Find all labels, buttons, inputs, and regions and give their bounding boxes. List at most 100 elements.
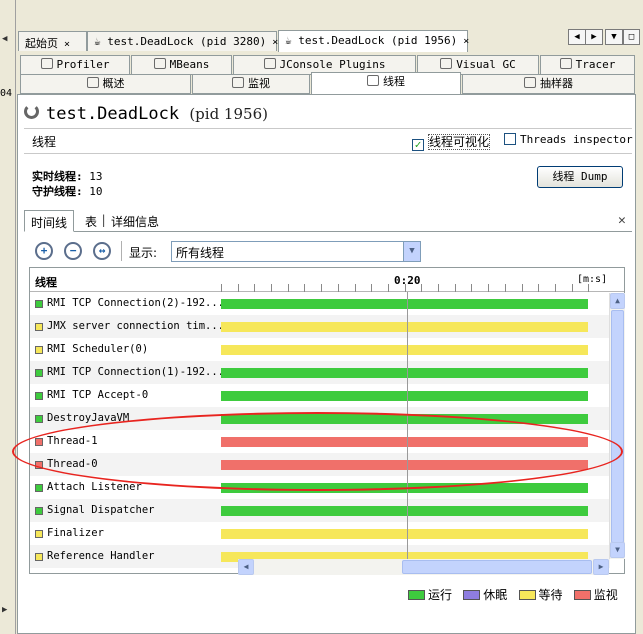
tab-label: Tracer — [575, 58, 616, 71]
scroll-down-icon[interactable]: ▼ — [610, 542, 625, 558]
chevron-down-icon[interactable]: ▼ — [403, 242, 420, 261]
info-icon — [86, 77, 99, 88]
thread-row[interactable]: RMI TCP Accept-0 — [30, 384, 610, 407]
scroll-up-icon[interactable]: ▲ — [610, 293, 625, 309]
live-threads-value: 13 — [89, 170, 103, 183]
close-icon[interactable]: × — [463, 36, 469, 47]
thread-row[interactable]: JMX server connection tim... — [30, 315, 610, 338]
zoom-in-icon[interactable]: + — [35, 242, 53, 260]
ruler-tick — [471, 284, 472, 292]
thread-state-swatch — [35, 553, 43, 561]
timeline-header: 线程 0:20 [m:s] — [30, 268, 624, 292]
thread-row[interactable]: Signal Dispatcher — [30, 499, 610, 522]
ruler-tick — [254, 284, 255, 292]
tab-sampler[interactable]: 抽样器 — [462, 74, 635, 94]
tab-details[interactable]: 详细信息 — [105, 210, 165, 232]
threads-inspector-checkbox[interactable]: Threads inspector — [504, 133, 633, 146]
thread-state-bar — [221, 345, 588, 355]
thread-state-bar — [221, 368, 588, 378]
legend-swatch-waiting — [518, 590, 536, 600]
left-scroll-arrow-icon[interactable]: ◀ — [2, 34, 7, 44]
thread-filter-select[interactable]: 所有线程 — [171, 241, 421, 262]
scroll-left-icon[interactable]: ◀ — [238, 559, 254, 575]
thread-state-swatch — [35, 323, 43, 331]
app-pid: (pid 1956) — [189, 105, 268, 123]
scroll-thumb[interactable] — [402, 560, 592, 574]
ruler-tick — [505, 284, 506, 292]
ruler-tick — [271, 284, 272, 292]
horizontal-scrollbar[interactable]: ◀ ▶ — [238, 559, 609, 575]
thread-state-swatch — [35, 346, 43, 354]
checkbox-label: 线程可视化 — [428, 134, 491, 150]
app-name: test.DeadLock — [46, 104, 180, 124]
thread-dump-button[interactable]: 线程 Dump — [537, 166, 623, 188]
time-unit: [m:s] — [577, 274, 608, 285]
tab-profiler[interactable]: Profiler — [20, 55, 130, 75]
tab-timeline[interactable]: 时间线 — [24, 210, 75, 232]
tab-deadlock-1956[interactable]: ☕ test.DeadLock (pid 1956) × — [278, 30, 469, 52]
visualize-checkbox[interactable]: ✓ 线程可视化 — [412, 133, 491, 151]
divider — [24, 128, 632, 129]
tab-label: 概述 — [102, 77, 125, 90]
thread-name: RMI TCP Accept-0 — [47, 389, 149, 401]
close-icon[interactable]: × — [64, 39, 70, 50]
tab-mbeans[interactable]: MBeans — [131, 55, 232, 75]
tab-scroll-right-icon[interactable]: ▶ — [585, 29, 603, 45]
zoom-out-icon[interactable]: − — [64, 242, 82, 260]
tab-threads[interactable]: 线程 — [311, 72, 461, 95]
section-title: 线程 — [32, 135, 57, 149]
tab-label: MBeans — [169, 58, 210, 71]
show-label: 显示: — [129, 246, 158, 260]
ruler-tick — [338, 284, 339, 292]
thread-name: JMX server connection tim... — [47, 320, 225, 332]
thread-row[interactable]: RMI TCP Connection(1)-192... — [30, 361, 610, 384]
vertical-scrollbar[interactable]: ▲ ▼ — [609, 293, 625, 559]
zoom-fit-icon[interactable]: ↔ — [93, 242, 111, 260]
thread-name: Reference Handler — [47, 550, 155, 562]
thread-row[interactable]: Finalizer — [30, 522, 610, 545]
thread-name: Attach Listener — [47, 481, 142, 493]
ruler-tick — [288, 284, 289, 292]
tab-tracer[interactable]: Tracer — [540, 55, 635, 75]
column-header-thread: 线程 — [35, 276, 57, 289]
left-scroll-arrow-icon[interactable]: ▶ — [2, 605, 7, 615]
ruler-tick — [421, 284, 422, 292]
tab-label: test.DeadLock (pid 1956) — [298, 34, 458, 47]
thread-state-swatch — [35, 507, 43, 515]
tab-label: Profiler — [56, 58, 110, 71]
thread-state-swatch — [35, 484, 43, 492]
ruler-tick — [488, 284, 489, 292]
left-panel-strip: 04 ◀ ▶ — [0, 0, 16, 634]
thread-name: Finalizer — [47, 527, 104, 539]
java-cup-icon: ☕ — [94, 35, 101, 48]
tab-label: test.DeadLock (pid 3280) — [107, 35, 267, 48]
legend-swatch-monitor — [573, 590, 591, 600]
thread-state-bar — [221, 506, 588, 516]
tab-monitor[interactable]: 监视 — [192, 74, 310, 94]
ruler-tick — [588, 284, 589, 292]
tab-list-dropdown-icon[interactable]: ▼ — [605, 29, 623, 45]
thread-state-swatch — [35, 392, 43, 400]
thread-row[interactable]: RMI Scheduler(0) — [30, 338, 610, 361]
tab-overview[interactable]: 概述 — [20, 74, 191, 94]
tracer-icon — [559, 58, 572, 69]
scroll-right-icon[interactable]: ▶ — [593, 559, 609, 575]
thread-state-bar — [221, 322, 588, 332]
left-strip-number: 04 — [0, 88, 13, 99]
thread-name: RMI TCP Connection(1)-192... — [47, 366, 225, 378]
ruler-tick — [522, 284, 523, 292]
checkbox-box — [504, 133, 516, 145]
tab-deadlock-3280[interactable]: ☕ test.DeadLock (pid 3280) × — [87, 31, 278, 51]
thread-row[interactable]: RMI TCP Connection(2)-192... — [30, 292, 610, 315]
live-threads: 实时线程: 13 — [32, 168, 103, 184]
ruler-tick — [388, 284, 389, 292]
ruler-tick — [304, 284, 305, 292]
tab-scroll-left-icon[interactable]: ◀ — [568, 29, 586, 45]
thread-state-swatch — [35, 530, 43, 538]
thread-state-bar — [221, 529, 588, 539]
maximize-icon[interactable]: □ — [623, 29, 640, 45]
close-icon[interactable]: ✕ — [612, 210, 632, 232]
tab-label: JConsole Plugins — [279, 58, 386, 71]
tab-start-page[interactable]: 起始页 × — [18, 31, 87, 51]
scroll-thumb[interactable] — [611, 310, 624, 543]
